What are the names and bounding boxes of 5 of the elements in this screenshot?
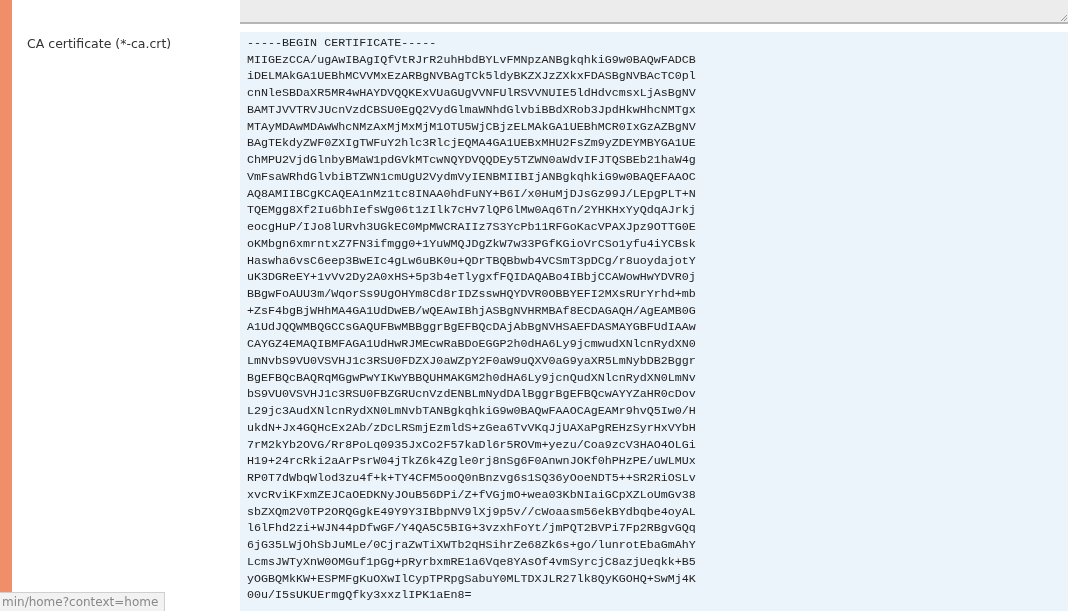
status-url: min/home?context=home <box>0 592 166 611</box>
field-label: CA certificate (*-ca.crt) <box>27 36 172 51</box>
certificate-field[interactable]: -----BEGIN CERTIFICATE----- MIIGEzCCA/ugAwIBAgIQfVtRJrR2uhHbdBYLvFMNpzANBgkqhkiG9w0BAQwFADCB iDELMAkGA1UEBhMCVVMxEzARBgNVBAgTCk5ldyBKZXJzZXkxFDASBgNVBAcTC0pl cnNleSBDaXR5MR4wHAYDVQQKExVUaGUgVVNFUlRSVVNUIE5ldHdvcmsxLjAsBgNV BAMTJVVTRVJUcnVzdCBSU0EgQ2VydGlmaWNhdGlvbiBBdXRob3JpdHkwHhcNMTgx MTAyMDAwMDAwWhcNMzAxMjMxMjM1OTU5WjCBjzELMAkGA1UEBhMCR0IxGzAZBgNV BAgTEkdyZWF0ZXIgTWFuY2hlc3RlcjEQMA4GA1UEBxMHU2FsZm9yZDEYMBYGA1UE ChMPU2VjdGlnbyBMaW1pdGVkMTcwNQYDVQQDEy5TZWN0aWdvIFJTQSBEb21haW4g VmFsaWRhdGlvbiBTZWN1cmUgU2VydmVyIENBMIIBIjANBgkqhkiG9w0BAQEFAAOC AQ8AMIIBCgKCAQEA1nMz1tc8INAA0hdFuNY+B6I/x0HuMjDJsGz99J/LEpgPLT+N TQEMgg8Xf2Iu6bhIefsWg06t1zIlk7cHv7lQP6lMw0Aq6Tn/2YHKHxYyQdqAJrkj eocgHuP/IJo8lURvh3UGkEC0MpMWCRAIIz7S3YcPb11RFGoKacVPAXJpz9OTTG0E oKMbgn6xmrntxZ7FN3ifmgg0+1YuWMQJDgZkW7w33PGfKGioVrCSo1yfu4iYCBsk Haswha6vsC6eep3BwEIc4gLw6uBK0u+QDrTBQBbwb4VCSmT3pDCg/r8uoydajotY uK3DGReEY+1vVv2Dy2A0xHS+5p3b4eTlygxfFQIDAQABo4IBbjCCAWowHwYDVR0j BBgwFoAUU3m/WqorSs9UgOHYm8Cd8rIDZsswHQYDVR0OBBYEFI2MXsRUrYrhd+mb +ZsF4bgBjWHhMA4GA1UdDwEB/wQEAwIBhjASBgNVHRMBAf8ECDAGAQH/AgEAMB0G A1UdJQQWMBQGCCsGAQUFBwMBBggrBgEFBQcDAjAbBgNVHSAEFDASMAYGBFUdIAAw CAYGZ4EMAQIBMFAGA1UdHwRJMEcwRaBDoEGGP2h0dHA6Ly9jcmwudXNlcnRydXN0 LmNvbS9VU0VSVHJ1c3RSU0FDZXJ0aWZpY2F0aW9uQXV0aG9yaXR5LmNybDB2Bggr BgEFBQcBAQRqMGgwPwYIKwYBBQUHMAKGM2h0dHA6Ly9jcnQudXNlcnRydXN0LmNv bS9VU0VSVHJ1c3RSU0FBZGRUcnVzdENBLmNydDAlBggrBgEFBQcwAYYZaHR0cDov L29jc3AudXNlcnRydXN0LmNvbTANBgkqhkiG9w0BAQwFAAOCAgEAMr9hvQ5Iw0/H ukdN+Jx4GQHcEx2Ab/zDcLRSmjEzmldS+zGea6TvVKqJjUAXaPgREHzSyrHxVYbH 7rM2kYb2OVG/Rr8PoLq0935JxCo2F57kaDl6r5ROVm+yezu/Coa9zcV3HAO4OLGi H19+24rcRki2aArPsrW04jTkZ6k4Zgle0rj8nSg6F0AnwnJOKf0hPHzPE/uWLMUx RP0T7dWbqWlod3zu4f+k+TY4CFM5ooQ0nBnzvg6s1SQ36yOoeNDT5++SR2RiOSLv xvcRviKFxmZEJCaOEDKNyJOuB56DPi/Z+fVGjmO+wea03KbNIaiGCpXZLoUmGv38 sbZXQm2V0TP2ORQGgkE49Y9Y3IBbpNV9lXj9p5v//cWoaasm56ekBYdbqbe4oyAL l6lFhd2zi+WJN44pDfwGF/Y4QA5C5BIG+3vzxhFoYt/jmPQT2BVPi7Fp2RBgvGQq 6jG35LWjOhSbJuMLe/0CjraZwTiXWTb2qHSihrZe68Zk6s+go/lunrotEbaGmAhY LcmsJWTyXnW0OMGuf1pGg+pRyrbxmRE1a6Vqe8YAsOf4vmSyrcjC8azjUeqkk+B5 yOGBQMkKW+ESPMFgKuOXwIlCypTPRpgSabuY0MLTDXJLR27lk8QyKGOHQ+SwMj4K 00u/I5sUKUErmgQfky3xxzlIPK1aEn8= <box>240 32 1068 611</box>
text-field[interactable] <box>240 0 1068 24</box>
resize-grip-icon[interactable] <box>1061 15 1067 21</box>
